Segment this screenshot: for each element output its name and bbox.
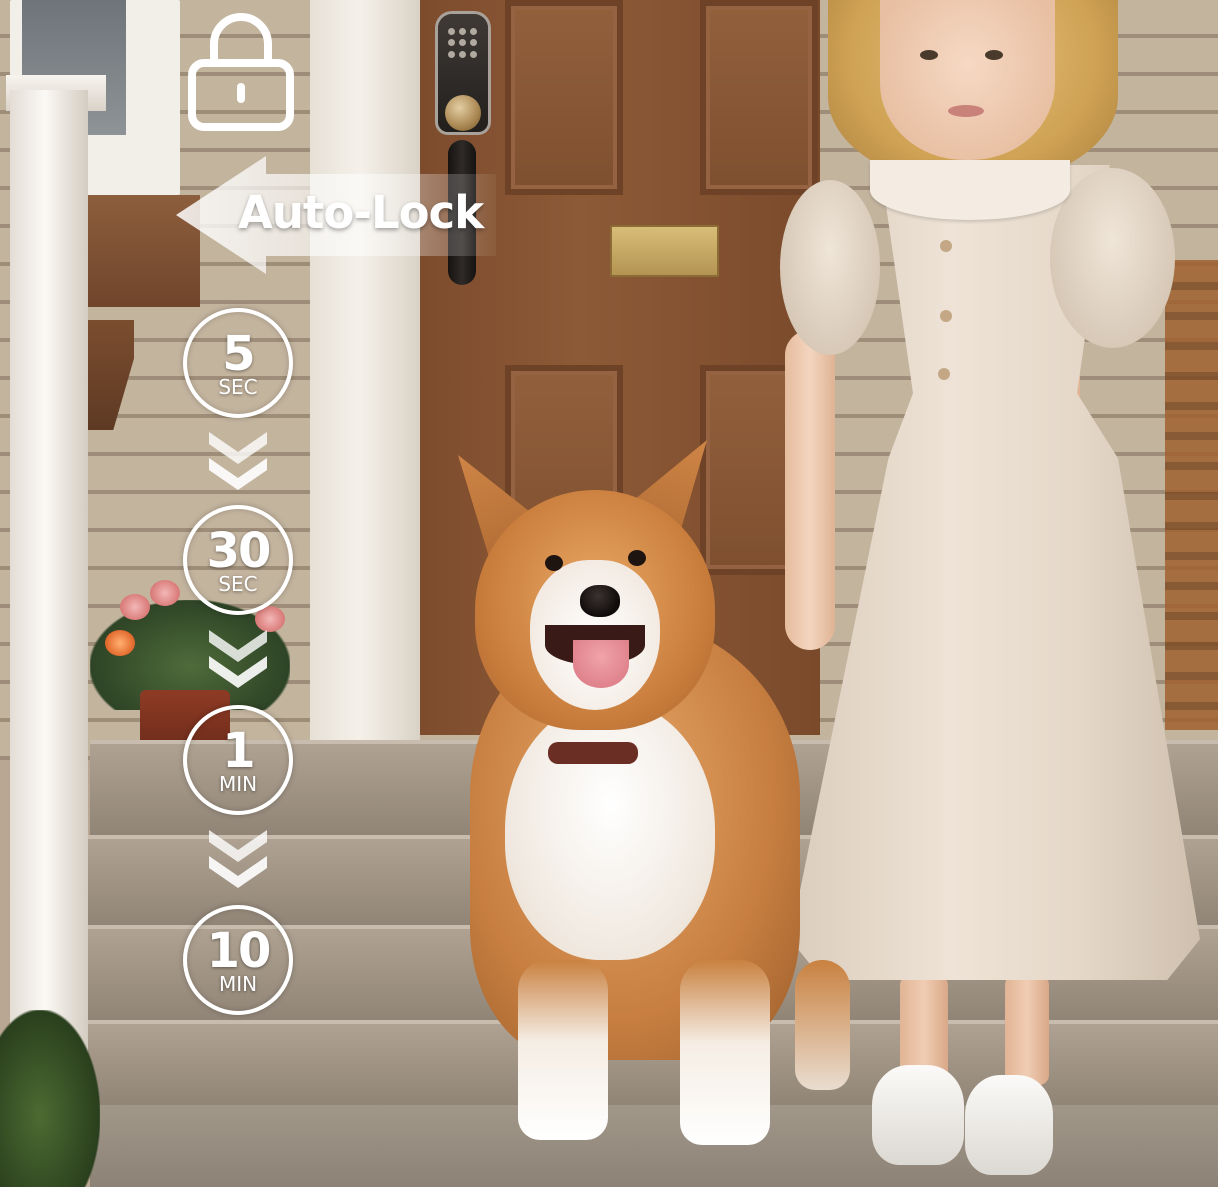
timer-value: 10 xyxy=(206,923,272,979)
auto-lock-overlay: Auto-Lock 5 SEC 30 SEC 1 MIN 10 MIN xyxy=(0,0,1218,1187)
timer-value: 1 xyxy=(222,723,255,779)
timer-value: 30 xyxy=(206,523,272,579)
chevron-double-down-icon xyxy=(209,630,267,688)
auto-lock-title: Auto-Lock xyxy=(238,186,484,239)
timer-unit: SEC xyxy=(218,572,258,596)
timer-option-10-min: 10 MIN xyxy=(183,905,293,1015)
chevron-double-down-icon xyxy=(209,432,267,490)
timer-unit: MIN xyxy=(218,772,258,796)
timer-option-30-sec: 30 SEC xyxy=(183,505,293,615)
timer-unit: SEC xyxy=(218,375,258,399)
timer-unit: MIN xyxy=(218,972,258,996)
timer-option-1-min: 1 MIN xyxy=(183,705,293,815)
timer-option-5-sec: 5 SEC xyxy=(183,308,293,418)
photo-scene: Auto-Lock 5 SEC 30 SEC 1 MIN 10 MIN xyxy=(0,0,1218,1187)
chevron-double-down-icon xyxy=(209,830,267,888)
lock-icon xyxy=(188,13,294,131)
timer-value: 5 xyxy=(222,326,255,382)
